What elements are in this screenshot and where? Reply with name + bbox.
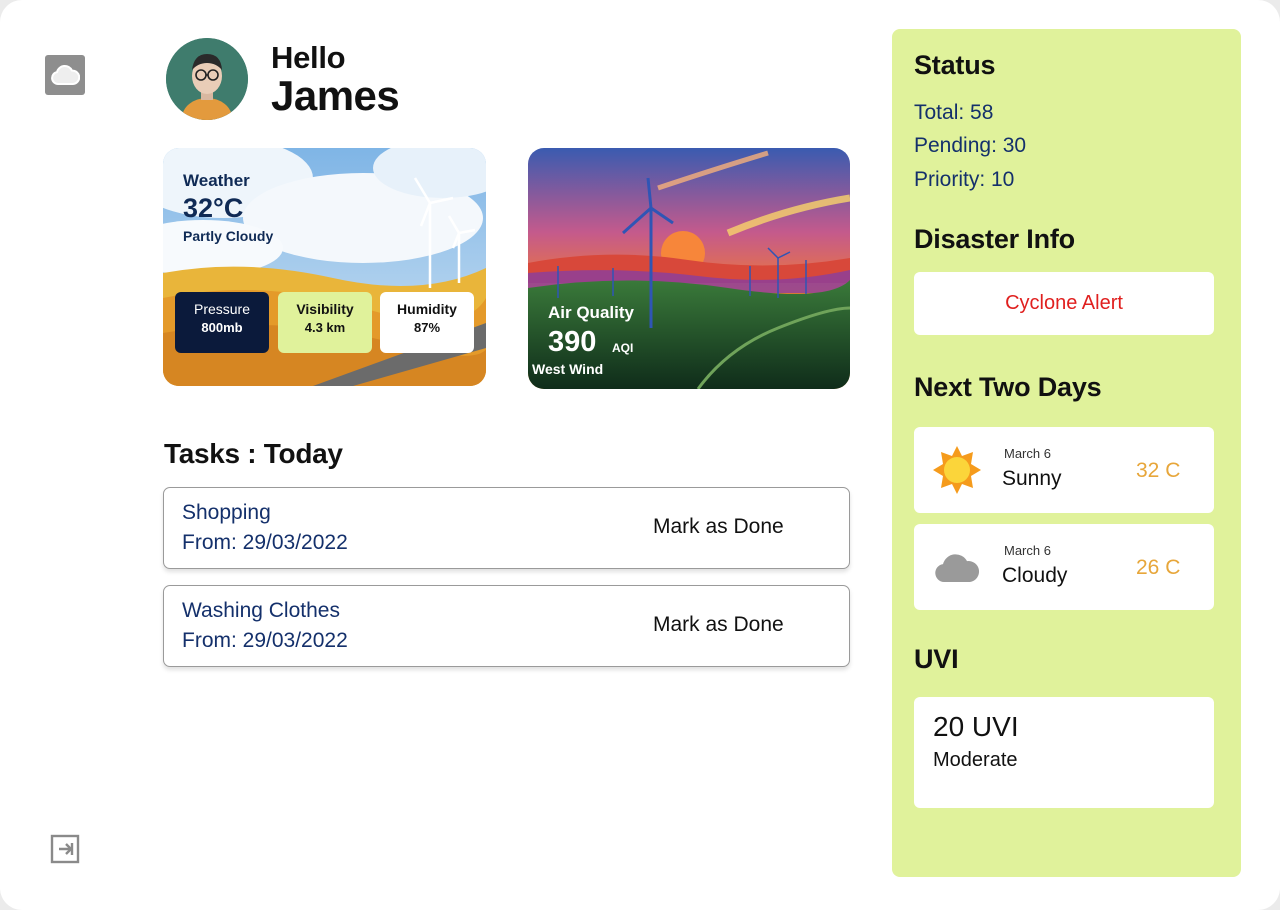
weather-temperature: 32°C xyxy=(183,193,244,223)
pressure-label: Pressure xyxy=(193,301,251,317)
logout-icon xyxy=(50,834,80,864)
greeting-text: Hello xyxy=(271,40,346,75)
pressure-box: Pressure 800mb xyxy=(175,292,269,353)
disaster-heading: Disaster Info xyxy=(914,224,1075,254)
cloud-icon xyxy=(51,65,80,85)
forecast-condition: Sunny xyxy=(1002,467,1062,490)
status-total: Total: 58 xyxy=(914,101,994,124)
weather-title: Weather xyxy=(183,171,250,190)
info-panel: Status Total: 58 Pending: 30 Priority: 1… xyxy=(892,29,1241,877)
user-name: James xyxy=(271,72,400,119)
weather-card[interactable]: Weather 32°C Partly Cloudy Pressure 800m… xyxy=(163,148,486,386)
cloud-icon xyxy=(935,554,980,582)
task-name: Washing Clothes xyxy=(182,599,340,622)
disaster-alert-text: Cyclone Alert xyxy=(1005,292,1123,314)
sidebar-item-weather[interactable] xyxy=(45,55,85,95)
forecast-day-card[interactable]: March 6 Sunny 32 C xyxy=(914,427,1214,513)
status-priority: Priority: 10 xyxy=(914,168,1015,191)
humidity-box: Humidity 87% xyxy=(380,292,474,353)
sun-icon xyxy=(933,446,981,494)
uvi-level: Moderate xyxy=(933,749,1018,771)
forecast-date: March 6 xyxy=(1004,446,1051,461)
air-quality-title: Air Quality xyxy=(548,303,634,322)
task-item: Shopping From: 29/03/2022 Mark as Done xyxy=(163,487,850,569)
forecast-temp: 26 C xyxy=(1136,556,1181,579)
mark-done-button[interactable]: Mark as Done xyxy=(653,613,784,637)
visibility-label: Visibility xyxy=(296,301,354,317)
task-item: Washing Clothes From: 29/03/2022 Mark as… xyxy=(163,585,850,667)
status-heading: Status xyxy=(914,50,996,80)
task-date: From: 29/03/2022 xyxy=(182,531,348,554)
forecast-condition: Cloudy xyxy=(1002,564,1068,587)
forecast-temp: 32 C xyxy=(1136,459,1181,482)
task-name: Shopping xyxy=(182,501,271,524)
forecast-date: March 6 xyxy=(1004,543,1051,558)
visibility-value: 4.3 km xyxy=(304,320,346,335)
app-window: Hello James Weather 32°C Partly Cloudy P… xyxy=(0,0,1280,910)
weather-condition: Partly Cloudy xyxy=(183,228,274,244)
air-quality-unit: AQI xyxy=(612,341,634,355)
visibility-box: Visibility 4.3 km xyxy=(278,292,372,353)
disaster-alert-box[interactable]: Cyclone Alert xyxy=(914,272,1214,335)
uvi-value: 20 UVI xyxy=(933,711,1019,742)
uvi-heading: UVI xyxy=(914,644,959,674)
sidebar-item-logout[interactable] xyxy=(49,833,81,865)
air-quality-card[interactable]: Air Quality 390 AQI West Wind xyxy=(528,148,850,389)
tasks-heading: Tasks : Today xyxy=(164,438,343,469)
task-date: From: 29/03/2022 xyxy=(182,629,348,652)
avatar xyxy=(166,38,248,120)
mark-done-button[interactable]: Mark as Done xyxy=(653,515,784,539)
pressure-value: 800mb xyxy=(201,320,243,335)
air-quality-value: 390 xyxy=(548,326,597,358)
status-pending: Pending: 30 xyxy=(914,134,1027,157)
humidity-label: Humidity xyxy=(397,301,457,317)
humidity-value: 87% xyxy=(413,320,441,335)
uvi-card: 20 UVI Moderate xyxy=(914,697,1214,808)
forecast-day-card[interactable]: March 6 Cloudy 26 C xyxy=(914,524,1214,610)
forecast-heading: Next Two Days xyxy=(914,372,1102,402)
wind-direction: West Wind xyxy=(532,361,604,377)
